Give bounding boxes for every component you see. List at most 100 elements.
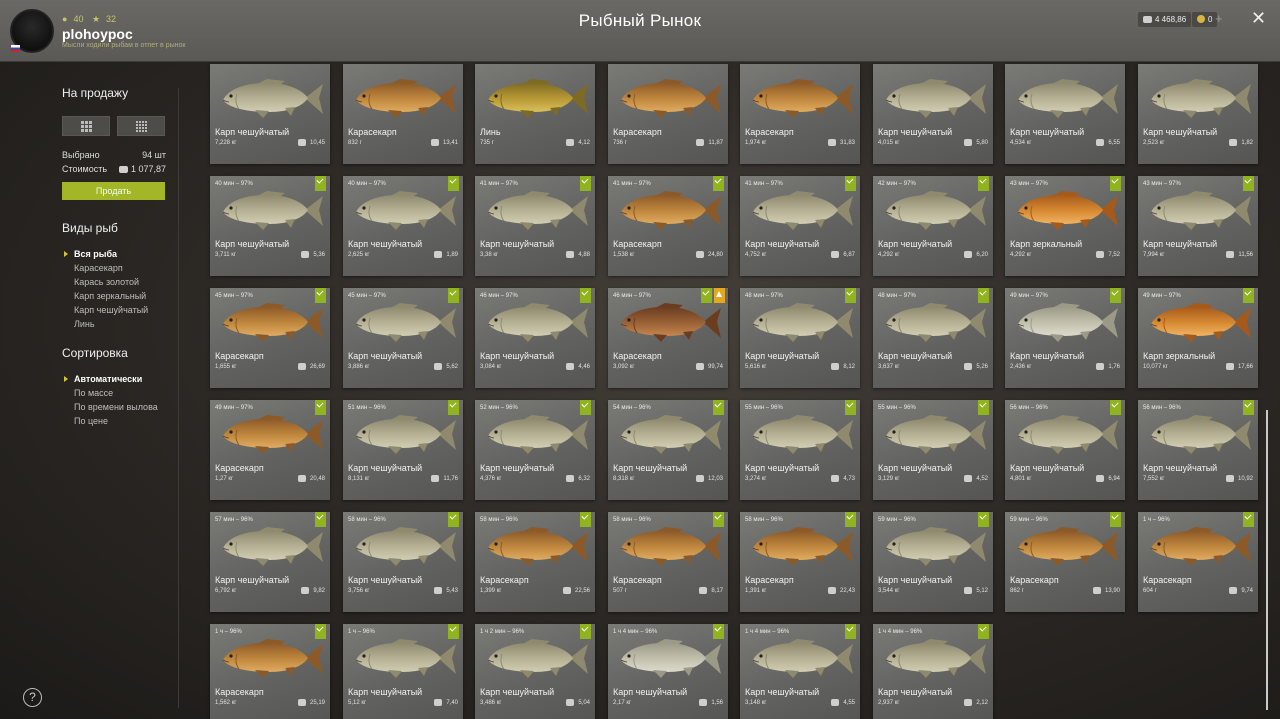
view-large-button[interactable]: [62, 116, 110, 136]
fish-card[interactable]: 56 мин – 96% Карп чешуйчатый 4,801 кг 6,94: [1005, 400, 1125, 500]
sell-button[interactable]: Продать: [62, 182, 165, 200]
fish-weight: 8,131 кг: [348, 476, 370, 482]
fish-card[interactable]: 59 мин – 96% Карасекарп 862 г 13,90: [1005, 512, 1125, 612]
fish-card[interactable]: 46 мин – 97% Карасекарп 3,092 кг 99,74: [608, 288, 728, 388]
fish-card[interactable]: 55 мин – 96% Карп чешуйчатый 3,129 кг 4,52: [873, 400, 993, 500]
fish-card[interactable]: Карасекарп 736 г 11,87: [608, 64, 728, 164]
fish-price-value: 11,56: [1238, 251, 1253, 258]
gold-display: 0: [1192, 12, 1218, 27]
fish-card[interactable]: Карасекарп 832 г 13,41: [343, 64, 463, 164]
fish-price-value: 4,88: [578, 251, 590, 258]
fish-name: Карп чешуйчатый: [878, 239, 953, 249]
fish-weight: 4,376 кг: [480, 476, 502, 482]
view-small-button[interactable]: [117, 116, 165, 136]
fish-card[interactable]: Карп чешуйчатый 2,523 кг 1,82: [1138, 64, 1258, 164]
fish-card[interactable]: 55 мин – 96% Карп чешуйчатый 3,274 кг 4,73: [740, 400, 860, 500]
fish-card[interactable]: 57 мин – 96% Карп чешуйчатый 6,792 кг 9,82: [210, 512, 330, 612]
sort-list: Автоматически По массе По времени вылова…: [64, 372, 158, 428]
sort-by-price[interactable]: По цене: [64, 414, 158, 428]
fish-card[interactable]: 48 мин – 97% Карп чешуйчатый 3,637 кг 5,26: [873, 288, 993, 388]
fish-price-value: 10,45: [309, 139, 325, 146]
fish-card[interactable]: 41 мин – 97% Карп чешуйчатый 3,38 кг 4,88: [475, 176, 595, 276]
fish-name: Карп чешуйчатый: [215, 239, 290, 249]
fish-type-all[interactable]: Вся рыба: [64, 247, 148, 261]
fish-card[interactable]: Карп чешуйчатый 4,015 кг 5,80: [873, 64, 993, 164]
fish-card[interactable]: 40 мин – 97% Карп чешуйчатый 3,711 кг 5,36: [210, 176, 330, 276]
cash-icon: [827, 587, 836, 594]
fish-price-value: 5,62: [446, 363, 458, 370]
fish-icon: [487, 639, 588, 678]
fish-type-crucian-carp[interactable]: Карасекарп: [64, 261, 148, 275]
fish-card[interactable]: 1 ч 2 мин – 96% Карп чешуйчатый 3,486 кг 5…: [475, 624, 595, 719]
fish-name: Карасекарп: [480, 575, 529, 585]
fish-card[interactable]: 41 мин – 97% Карп чешуйчатый 4,752 кг 6,87: [740, 176, 860, 276]
fish-card[interactable]: 51 мин – 96% Карп чешуйчатый 8,131 кг 11,7…: [343, 400, 463, 500]
fish-card[interactable]: 48 мин – 97% Карп чешуйчатый 5,616 кг 8,12: [740, 288, 860, 388]
fish-card[interactable]: 41 мин – 97% Карасекарп 1,538 кг 24,80: [608, 176, 728, 276]
fish-card[interactable]: 1 ч – 96% Карп чешуйчатый 5,12 кг 7,40: [343, 624, 463, 719]
fish-card[interactable]: 46 мин – 97% Карп чешуйчатый 3,084 кг 4,46: [475, 288, 595, 388]
sort-auto[interactable]: Автоматически: [64, 372, 158, 386]
fish-card[interactable]: 56 мин – 96% Карп чешуйчатый 7,552 кг 10,9…: [1138, 400, 1258, 500]
fish-type-tench[interactable]: Линь: [64, 317, 148, 331]
fish-card[interactable]: 1 ч – 96% Карасекарп 1,562 кг 25,19: [210, 624, 330, 719]
sort-by-mass[interactable]: По массе: [64, 386, 158, 400]
fish-card[interactable]: 59 мин – 96% Карп чешуйчатый 3,544 кг 5,12: [873, 512, 993, 612]
fish-card[interactable]: Карп чешуйчатый 7,228 кг 10,45: [210, 64, 330, 164]
add-gold-button[interactable]: +: [1215, 11, 1223, 26]
fish-price: 31,83: [827, 139, 855, 146]
fish-card[interactable]: Карп чешуйчатый 4,534 кг 6,55: [1005, 64, 1125, 164]
fish-weight: 1,27 кг: [215, 476, 234, 482]
fish-weight: 3,711 кг: [215, 252, 237, 258]
fish-name: Карасекарп: [348, 127, 397, 137]
fish-card[interactable]: 54 мин – 96% Карп чешуйчатый 8,318 кг 12,0…: [608, 400, 728, 500]
fish-price: 4,46: [566, 363, 590, 370]
scrollbar[interactable]: [1266, 410, 1268, 710]
fish-price: 20,48: [297, 475, 325, 482]
fish-weight: 735 г: [480, 140, 494, 146]
fish-card[interactable]: Линь 735 г 4,12: [475, 64, 595, 164]
help-button[interactable]: ?: [23, 688, 42, 707]
cash-icon: [1092, 587, 1101, 594]
fish-name: Карасекарп: [745, 575, 794, 585]
fish-name: Карп чешуйчатый: [878, 463, 953, 473]
fish-card[interactable]: 42 мин – 97% Карп чешуйчатый 4,292 кг 6,20: [873, 176, 993, 276]
page-title: Рыбный Рынок: [578, 11, 702, 30]
fish-weight: 1,974 кг: [745, 140, 767, 146]
fish-card[interactable]: Карасекарп 1,974 кг 31,83: [740, 64, 860, 164]
cash-icon: [695, 363, 704, 370]
fish-price: 8,17: [699, 587, 723, 594]
fish-price-value: 1,56: [711, 699, 723, 706]
fish-card[interactable]: 40 мин – 97% Карп чешуйчатый 2,625 кг 1,89: [343, 176, 463, 276]
fish-card[interactable]: 45 мин – 97% Карп чешуйчатый 3,886 кг 5,62: [343, 288, 463, 388]
fish-type-scaly-carp[interactable]: Карп чешуйчатый: [64, 303, 148, 317]
sort-by-catch-time[interactable]: По времени вылова: [64, 400, 158, 414]
fish-weight: 832 г: [348, 140, 362, 146]
fish-card[interactable]: 58 мин – 96% Карасекарп 1,399 кг 22,56: [475, 512, 595, 612]
fish-price-value: 6,87: [843, 251, 855, 258]
fish-card[interactable]: 1 ч 4 мин – 96% Карп чешуйчатый 3,148 кг 4…: [740, 624, 860, 719]
fish-card[interactable]: 43 мин – 97% Карп зеркальный 4,292 кг 7,52: [1005, 176, 1125, 276]
cash-icon: [118, 166, 128, 173]
fish-card[interactable]: 49 мин – 97% Карп зеркальный 10,077 кг 17,…: [1138, 288, 1258, 388]
fish-card[interactable]: 49 мин – 97% Карасекарп 1,27 кг 20,48: [210, 400, 330, 500]
fish-card[interactable]: 58 мин – 96% Карп чешуйчатый 3,756 кг 5,43: [343, 512, 463, 612]
fish-card[interactable]: 58 мин – 96% Карасекарп 507 г 8,17: [608, 512, 728, 612]
fish-card[interactable]: 58 мин – 96% Карасекарп 1,391 кг 22,43: [740, 512, 860, 612]
russia-flag-icon: [11, 45, 20, 52]
fish-card[interactable]: 52 мин – 96% Карп чешуйчатый 4,376 кг 6,32: [475, 400, 595, 500]
fish-type-goldfish[interactable]: Карась золотой: [64, 275, 148, 289]
fish-card[interactable]: 49 мин – 97% Карп чешуйчатый 2,436 кг 1,76: [1005, 288, 1125, 388]
fish-name: Карп чешуйчатый: [348, 239, 423, 249]
fish-card[interactable]: 1 ч 4 мин – 96% Карп чешуйчатый 2,17 кг 1,…: [608, 624, 728, 719]
grid-large-icon: [80, 120, 92, 132]
fish-name: Карп чешуйчатый: [745, 351, 820, 361]
fish-icon: [752, 191, 853, 230]
fish-card[interactable]: 1 ч – 96% Карасекарп 604 г 9,74: [1138, 512, 1258, 612]
fish-card[interactable]: 43 мин – 97% Карп чешуйчатый 7,994 кг 11,5…: [1138, 176, 1258, 276]
fish-type-mirror-carp[interactable]: Карп зеркальный: [64, 289, 148, 303]
fish-card[interactable]: 1 ч 4 мин – 96% Карп чешуйчатый 2,937 кг 2…: [873, 624, 993, 719]
fish-card[interactable]: 45 мин – 97% Карасекарп 1,655 кг 26,69: [210, 288, 330, 388]
close-button[interactable]: ✕: [1251, 8, 1266, 29]
cash-icon: [1096, 251, 1105, 258]
